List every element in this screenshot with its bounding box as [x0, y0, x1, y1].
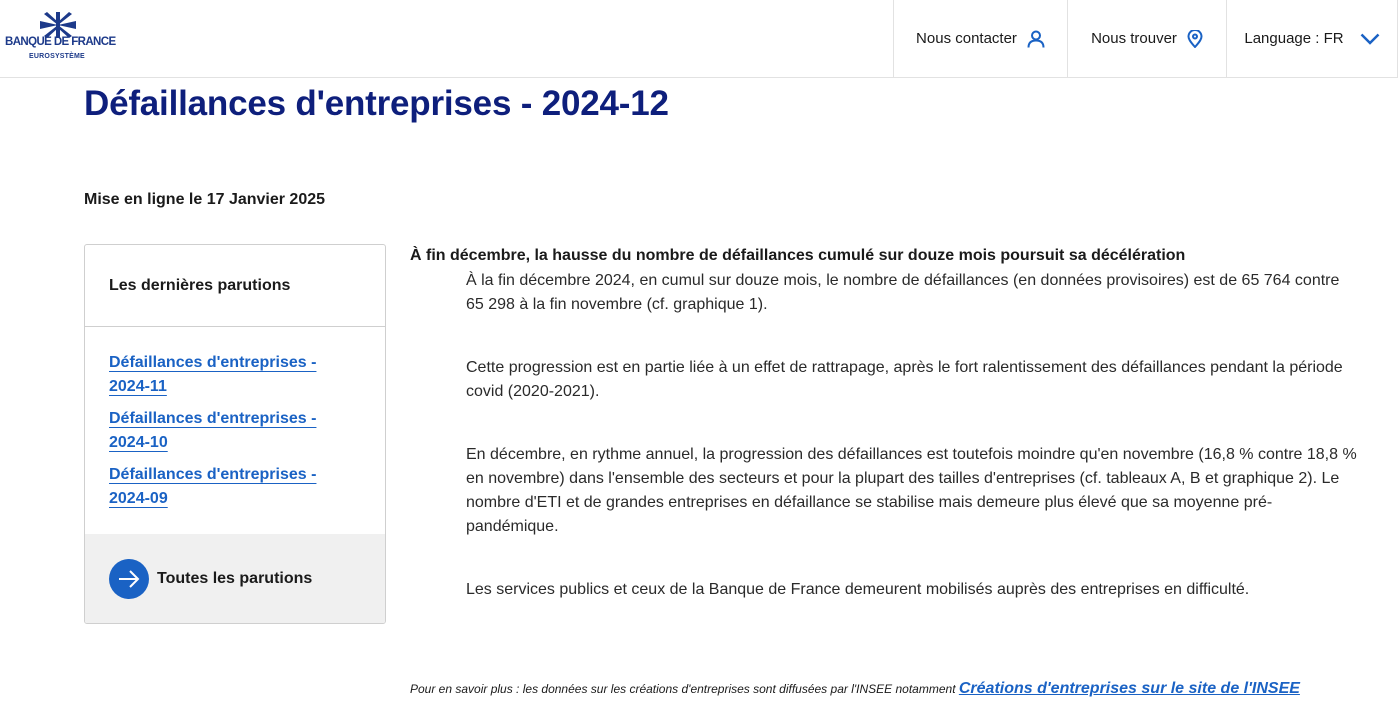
- article-paragraph: En décembre, en rythme annuel, la progre…: [466, 446, 1357, 535]
- language-selector[interactable]: Language : FR: [1226, 0, 1398, 77]
- user-icon: [1027, 30, 1045, 48]
- banque-de-france-emblem-icon: [40, 12, 76, 38]
- logo-name: BANQUE DE FRANCE: [5, 36, 116, 48]
- map-pin-icon: [1187, 29, 1203, 48]
- further-info-text: Pour en savoir plus : les données sur le…: [410, 682, 959, 696]
- further-info: Pour en savoir plus : les données sur le…: [410, 680, 1390, 698]
- publish-date: Mise en ligne le 17 Janvier 2025: [84, 191, 326, 208]
- publication-link-2024-10[interactable]: Défaillances d'entreprises - 2024-10: [109, 407, 339, 455]
- page-title: Défaillances d'entreprises - 2024-12: [84, 84, 669, 123]
- logo-subtitle: EUROSYSTÈME: [29, 53, 85, 60]
- article-lead: À fin décembre, la hausse du nombre de d…: [410, 247, 1186, 264]
- chevron-down-icon: [1360, 33, 1380, 45]
- latest-publications-heading: Les dernières parutions: [85, 245, 385, 327]
- site-header: BANQUE DE FRANCE EUROSYSTÈME Nous contac…: [0, 0, 1398, 78]
- find-us-label: Nous trouver: [1091, 30, 1177, 47]
- find-us-button[interactable]: Nous trouver: [1067, 0, 1226, 77]
- publication-link-2024-11[interactable]: Défaillances d'entreprises - 2024-11: [109, 351, 339, 399]
- arrow-right-icon: [109, 558, 149, 599]
- publication-link-2024-09[interactable]: Défaillances d'entreprises - 2024-09: [109, 463, 339, 511]
- all-publications-button[interactable]: Toutes les parutions: [85, 534, 385, 623]
- article-paragraph: À la fin décembre 2024, en cumul sur dou…: [466, 272, 1340, 313]
- language-label: Language : FR: [1244, 30, 1344, 47]
- article-paragraph: Cette progression est en partie liée à u…: [466, 359, 1343, 400]
- contact-label: Nous contacter: [916, 30, 1017, 47]
- contact-button[interactable]: Nous contacter: [893, 0, 1067, 77]
- article-paragraph: Les services publics et ceux de la Banqu…: [466, 581, 1250, 598]
- latest-publications-list: Défaillances d'entreprises - 2024-11 Déf…: [85, 327, 385, 536]
- banque-de-france-logo[interactable]: BANQUE DE FRANCE EUROSYSTÈME: [5, 12, 116, 64]
- all-publications-label: Toutes les parutions: [157, 569, 313, 587]
- insee-link[interactable]: Créations d'entreprises sur le site de l…: [959, 680, 1300, 697]
- latest-publications-card: Les dernières parutions Défaillances d'e…: [84, 244, 386, 624]
